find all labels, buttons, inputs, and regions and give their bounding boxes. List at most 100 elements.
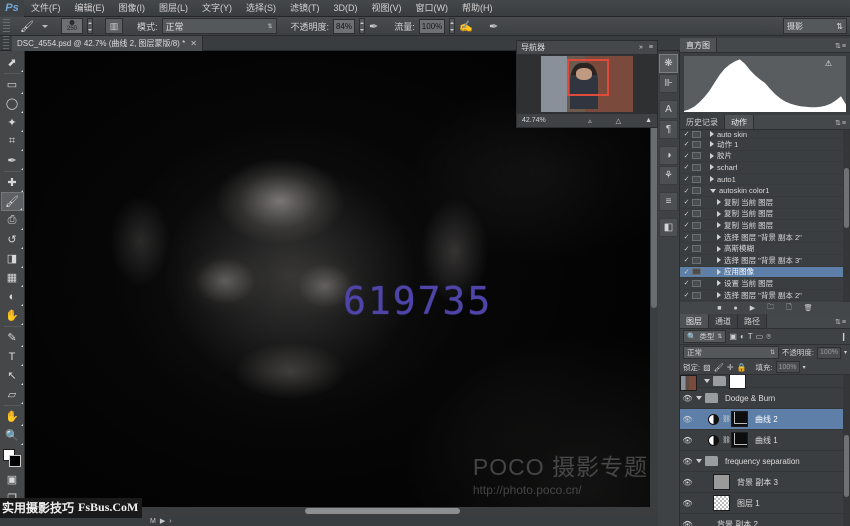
lock-all-icon[interactable]: 🔒 — [737, 363, 747, 372]
blend-mode-select[interactable]: 正常 ⇅ — [162, 18, 277, 34]
layer-blend-mode-select[interactable]: 正常 ⇅ — [683, 346, 779, 359]
action-dialog-toggle[interactable] — [692, 176, 701, 183]
action-toggle-checkbox[interactable]: ✓ — [681, 198, 692, 206]
tab-bar-grip[interactable] — [0, 36, 12, 50]
double-arrow-icon[interactable]: » — [639, 44, 643, 51]
dodge-tool[interactable]: ✋ — [1, 306, 24, 325]
lasso-tool[interactable]: ◯ — [1, 94, 24, 113]
eye-icon[interactable]: 👁 — [682, 436, 693, 445]
new-action-icon[interactable]: 🗋 — [786, 303, 792, 314]
action-dialog-toggle[interactable] — [692, 210, 701, 217]
shape-tool[interactable]: ▱ — [1, 385, 24, 404]
zoom-in-icon[interactable]: ▲ — [645, 117, 652, 124]
eye-icon[interactable]: 👁 — [682, 394, 693, 403]
filter-type-icon[interactable]: T — [748, 332, 753, 341]
status-play-icon[interactable]: ▶ — [160, 517, 165, 525]
tab-history[interactable]: 历史记录 — [680, 115, 725, 129]
quick-selection-tool[interactable]: ✦ — [1, 113, 24, 132]
filter-adjustment-icon[interactable]: ◐ — [740, 332, 745, 341]
action-toggle-checkbox[interactable]: ✓ — [681, 152, 692, 160]
type-tool[interactable]: T — [1, 347, 24, 366]
layer-thumbnail[interactable] — [713, 495, 730, 511]
move-tool[interactable]: ⬈ — [1, 53, 24, 72]
expand-triangle-icon[interactable] — [717, 246, 721, 252]
fill-chevron-down-icon[interactable]: ▾ — [803, 364, 806, 371]
hand-tool[interactable]: ✋ — [1, 407, 24, 426]
navigator-preview[interactable] — [517, 54, 657, 114]
expand-triangle-icon[interactable] — [717, 234, 721, 240]
action-dialog-toggle[interactable] — [692, 222, 701, 229]
menu-item-7[interactable]: 3D(D) — [327, 0, 365, 17]
menu-item-0[interactable]: 文件(F) — [24, 0, 68, 17]
eye-icon[interactable]: 👁 — [682, 457, 693, 466]
expand-triangle-icon[interactable] — [717, 257, 721, 263]
layer-thumbnail[interactable] — [680, 375, 697, 391]
color-swatches[interactable] — [1, 448, 24, 470]
group-expand-triangle-icon[interactable] — [696, 396, 702, 400]
eyedropper-tool[interactable]: ✒ — [1, 151, 24, 170]
action-row[interactable]: ✓选择 图层 "背景 副本 2" — [680, 301, 850, 302]
action-row[interactable]: ✓选择 图层 "背景 副本 2" — [680, 290, 850, 302]
actions-list[interactable]: ✓auto skin✓动作 1✓胶片✓scharf✓auto1✓autoskin… — [680, 130, 850, 302]
expand-triangle-icon[interactable] — [717, 199, 721, 205]
action-toggle-checkbox[interactable]: ✓ — [681, 233, 692, 241]
crop-tool[interactable]: ⌗ — [1, 132, 24, 151]
expand-triangle-icon[interactable] — [717, 280, 721, 286]
eye-icon[interactable]: 👁 — [682, 499, 693, 508]
layer-filter-kind-select[interactable]: 🔍 类型 ⇅ — [683, 330, 726, 343]
layer-row[interactable]: 👁背景 副本 3 — [680, 472, 850, 493]
rail-histogram-icon[interactable]: ⊪ — [659, 74, 678, 93]
path-selection-tool[interactable]: ↖ — [1, 366, 24, 385]
expand-triangle-icon[interactable] — [710, 164, 714, 170]
layers-scrollbar[interactable] — [843, 375, 850, 526]
eye-icon[interactable]: 👁 — [682, 415, 693, 424]
expand-triangle-icon[interactable] — [710, 176, 714, 182]
opacity-stepper[interactable] — [359, 18, 365, 34]
rail-info-icon[interactable]: ◧ — [659, 218, 678, 237]
action-row[interactable]: ✓auto skin — [680, 130, 850, 139]
layer-row[interactable]: 👁⛓曲线 2 — [680, 409, 850, 430]
group-expand-triangle-icon[interactable] — [696, 459, 702, 463]
expand-triangle-icon[interactable] — [717, 292, 721, 298]
layers-list[interactable]: 👁👁Dodge & Burn👁⛓曲线 2👁⛓曲线 1👁frequency sep… — [680, 375, 850, 526]
brush-size-field[interactable]: 250 — [61, 18, 83, 34]
pen-tool[interactable]: ✎ — [1, 328, 24, 347]
action-row[interactable]: ✓高斯模糊 — [680, 243, 850, 255]
close-icon[interactable]: ✕ — [190, 39, 197, 48]
airbrush-icon[interactable]: ✍ — [459, 20, 473, 33]
flow-value[interactable]: 100% — [419, 19, 445, 34]
layer-row[interactable]: 👁图层 1 — [680, 493, 850, 514]
action-row[interactable]: ✓autoskin color1 — [680, 185, 850, 197]
document-tab[interactable]: DSC_4554.psd @ 42.7% (曲线 2, 图层蒙版/8) * ✕ — [12, 36, 203, 51]
eye-icon[interactable]: 👁 — [682, 520, 693, 526]
filter-shape-icon[interactable]: ▭ — [756, 332, 764, 341]
action-toggle-checkbox[interactable]: ✓ — [681, 268, 692, 276]
layer-row[interactable]: 👁frequency separation — [680, 451, 850, 472]
layer-mask-thumbnail[interactable] — [731, 411, 748, 427]
tab-histogram[interactable]: 直方图 — [680, 38, 717, 52]
action-row[interactable]: ✓复制 当前 图层 — [680, 220, 850, 232]
expand-triangle-icon[interactable] — [717, 222, 721, 228]
filter-power-icon[interactable]: ❙ — [840, 332, 847, 341]
action-row[interactable]: ✓设置 当前 图层 — [680, 278, 850, 290]
eye-icon[interactable]: 👁 — [682, 478, 693, 487]
menu-item-4[interactable]: 文字(Y) — [195, 0, 239, 17]
action-dialog-toggle[interactable] — [692, 257, 701, 264]
layer-row[interactable]: 👁⛓曲线 1 — [680, 430, 850, 451]
action-dialog-toggle[interactable] — [692, 164, 701, 171]
rail-paragraph-icon[interactable]: ¶ — [659, 120, 678, 139]
menu-item-3[interactable]: 图层(L) — [152, 0, 195, 17]
action-dialog-toggle[interactable] — [692, 199, 701, 206]
action-toggle-checkbox[interactable]: ✓ — [681, 221, 692, 229]
action-toggle-checkbox[interactable]: ✓ — [681, 140, 692, 148]
action-row[interactable]: ✓auto1 — [680, 174, 850, 186]
lock-position-icon[interactable]: ✛ — [727, 363, 734, 372]
stop-icon[interactable]: ■ — [717, 305, 721, 312]
action-dialog-toggle[interactable] — [692, 141, 701, 148]
tab-layers[interactable]: 图层 — [680, 314, 709, 328]
navigator-viewport-rect[interactable] — [567, 59, 609, 96]
rail-color-icon[interactable]: ◑ — [659, 146, 678, 165]
navigator-zoom-value[interactable]: 42.74% — [522, 117, 546, 124]
action-toggle-checkbox[interactable]: ✓ — [681, 163, 692, 171]
eraser-tool[interactable]: ◨ — [1, 249, 24, 268]
